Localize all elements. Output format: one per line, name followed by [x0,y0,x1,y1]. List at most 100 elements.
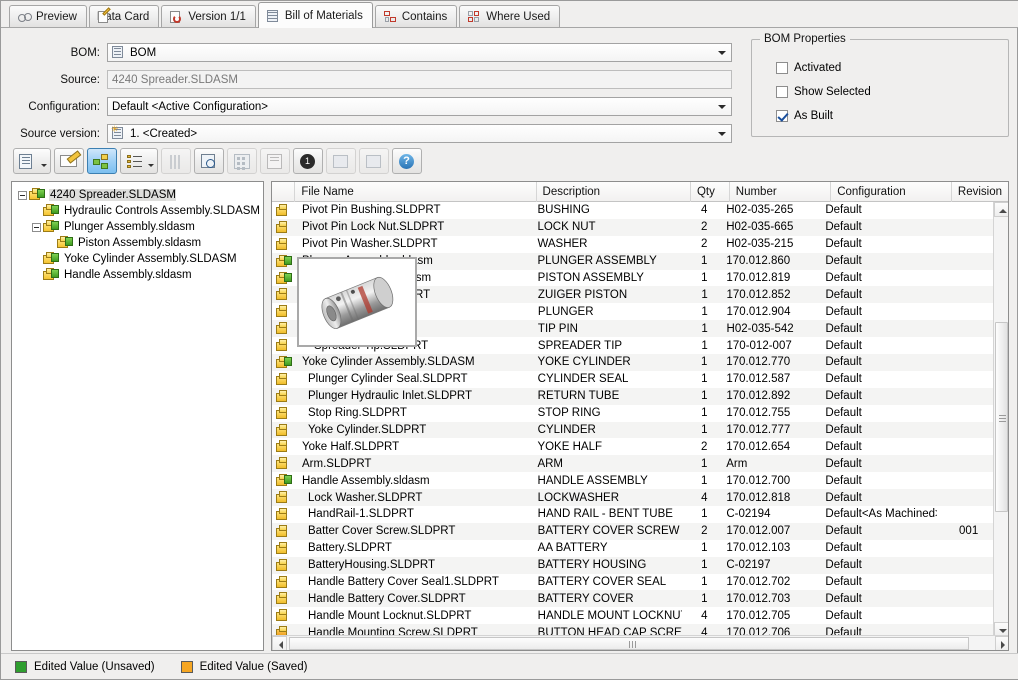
table-row[interactable]: Handle Assembly.sldasm HANDLE ASSEMBLY 1 17… [272,472,994,489]
find-button[interactable] [194,148,224,174]
bom-select[interactable]: BOM [107,43,732,62]
assembly-icon [43,220,60,234]
tab-data-card[interactable]: Data Card [88,5,160,28]
revision-button[interactable]: 1 [293,148,323,174]
table-header-configuration[interactable]: Configuration [831,182,952,202]
save-bom-button[interactable] [13,148,51,174]
checkbox-row-as-built[interactable]: As Built [776,110,833,122]
source-version-select[interactable]: ✳ 1. <Created> [107,124,732,143]
tree-node[interactable]: Piston Assembly.sldasm [18,235,263,251]
show-selected-checkbox[interactable] [776,86,788,98]
chevron-down-icon[interactable] [41,164,47,167]
chevron-down-icon[interactable] [713,125,730,142]
table-row[interactable]: Arm.SLDPRT ARM 1 Arm Default [272,455,994,473]
chevron-down-icon[interactable] [713,98,730,115]
part-icon [276,423,296,437]
assembly-tree-panel[interactable]: 4240 Spreader.SLDASM Hydraulic Controls A… [11,181,264,651]
tree-collapse-toggle[interactable] [32,222,41,232]
cell-number: 170.012.860 [726,255,791,268]
tree-node[interactable]: Hydraulic Controls Assembly.SLDASM [18,203,263,219]
tree-node[interactable]: Yoke Cylinder Assembly.SLDASM [18,251,263,267]
assembly-icon [43,268,60,282]
table-header-description[interactable]: Description [537,182,691,202]
tab-where-used[interactable]: Where Used [459,5,561,28]
table-row[interactable]: Pivot Pin Washer.SLDPRT WASHER 2 H02-035-21… [272,236,994,253]
legend-edited-saved: Edited Value (Saved) [180,660,307,673]
scroll-right-button[interactable] [995,636,1008,650]
tab-version[interactable]: Version 1/1 [161,5,256,28]
table-row[interactable]: Handle Battery Cover.SLDPRT BATTERY COVER… [272,590,994,608]
indented-list-button[interactable] [120,148,158,174]
table-row[interactable]: Pivot Pin Bushing.SLDPRT BUSHING 4 H02-035-… [272,202,994,219]
table-row[interactable]: Batter Cover Screw.SLDPRT BATTERY COVER S… [272,522,994,540]
table-header-file_name[interactable]: File Name [295,182,537,202]
tree-collapse-toggle[interactable] [18,190,27,200]
table-row[interactable]: HandRail-1.SLDPRT HAND RAIL - BENT TUBE 1 C… [272,506,994,523]
cell-description: CYLINDER [537,424,596,437]
cell-description: HAND RAIL - BENT TUBE [537,508,673,521]
chevron-down-icon[interactable] [713,44,730,61]
cylinder-part-image [321,276,394,329]
checkbox-row-show-selected[interactable]: Show Selected [776,86,871,98]
table-header-number[interactable]: Number [730,182,832,202]
data-card-icon [97,7,111,24]
circle-one-arrow-icon: 1 [300,154,315,169]
cell-description: PLUNGER ASSEMBLY [537,255,657,268]
bom-table-panel[interactable]: File Name Description Qty Number Configurati… [271,181,1009,651]
tab-bill-of-materials[interactable]: Bill of Materials [257,2,373,28]
bom-value: BOM [130,46,157,59]
table-row[interactable]: Yoke Cylinder Assembly.SLDASM YOKE CYLIND… [272,354,994,371]
table-row[interactable]: Plunger Hydraulic Inlet.SLDPRT RETURN TUB… [272,387,994,405]
table-row[interactable]: Stop Ring.SLDPRT STOP RING 1 170.012.755 Def… [272,405,994,422]
cell-qty: 2 [701,440,708,453]
cube-left-button[interactable] [326,148,356,174]
scroll-up-button[interactable] [994,202,1008,217]
magnifier-icon [201,154,215,168]
configuration-select[interactable]: Default <Active Configuration> [107,97,732,116]
scroll-left-button[interactable] [272,636,287,650]
cell-qty: 2 [701,238,708,251]
table-row[interactable]: Pivot Pin Lock Nut.SLDPRT LOCK NUT 2 H02-03… [272,218,994,236]
cell-qty: 1 [701,407,708,420]
table-header-qty[interactable]: Qty [691,182,730,202]
tree-node[interactable]: 4240 Spreader.SLDASM [18,187,263,203]
checkbox-row-activated[interactable]: Activated [776,62,841,74]
table-row[interactable]: Plunger Cylinder Seal.SLDPRT CYLINDER SEA… [272,371,994,388]
cell-configuration: Default [825,255,862,268]
cell-number: 170.012.587 [726,373,791,386]
activated-checkbox[interactable] [776,62,788,74]
tree-view-button[interactable] [87,148,117,174]
cell-file_name: Plunger Hydraulic Inlet.SLDPRT [308,390,473,403]
building-button[interactable] [227,148,257,174]
tree-node[interactable]: Plunger Assembly.sldasm [18,219,263,235]
table-row[interactable]: Yoke Half.SLDPRT YOKE HALF 2 170.012.654 Def… [272,438,994,455]
table-row[interactable]: Handle Mount Locknut.SLDPRT HANDLE MOUNT … [272,607,994,624]
chevron-down-icon[interactable] [148,164,154,167]
cube-right-button[interactable] [359,148,389,174]
tree-node[interactable]: Handle Assembly.sldasm [18,267,263,283]
cell-configuration: Default [825,592,862,605]
as-built-checkbox[interactable] [776,110,788,122]
report-button[interactable] [260,148,290,174]
help-button[interactable]: ? [392,148,422,174]
tab-preview[interactable]: Preview [9,5,87,28]
table-header-revision[interactable]: Revision [952,182,1008,202]
table-horizontal-scrollbar[interactable] [272,635,1008,650]
cell-number: 170.012.852 [726,288,791,301]
as-built-label: As Built [794,110,833,122]
table-row[interactable]: Handle Battery Cover Seal1.SLDPRT BATTERY… [272,574,994,591]
tab-contains[interactable]: Contains [374,5,458,28]
cell-qty: 1 [701,255,708,268]
cell-revision: 001 [959,525,979,538]
table-vertical-scrollbar[interactable] [993,202,1008,637]
table-row[interactable]: Yoke Cylinder.SLDPRT CYLINDER 1 170.012.777… [272,421,994,439]
source-value: 4240 Spreader.SLDASM [112,73,238,86]
vertical-scroll-thumb[interactable] [995,322,1008,512]
part-icon [276,220,296,234]
edit-bom-button[interactable] [54,148,84,174]
table-row[interactable]: Lock Washer.SLDPRT LOCKWASHER 4 170.012.818… [272,489,994,507]
horizontal-scroll-thumb[interactable] [289,637,969,650]
table-row[interactable]: Battery.SLDPRT AA BATTERY 1 170.012.103 Defa… [272,540,994,557]
columns-button[interactable] [161,148,191,174]
table-row[interactable]: BatteryHousing.SLDPRT BATTERY HOUSING 1 C-0… [272,556,994,574]
